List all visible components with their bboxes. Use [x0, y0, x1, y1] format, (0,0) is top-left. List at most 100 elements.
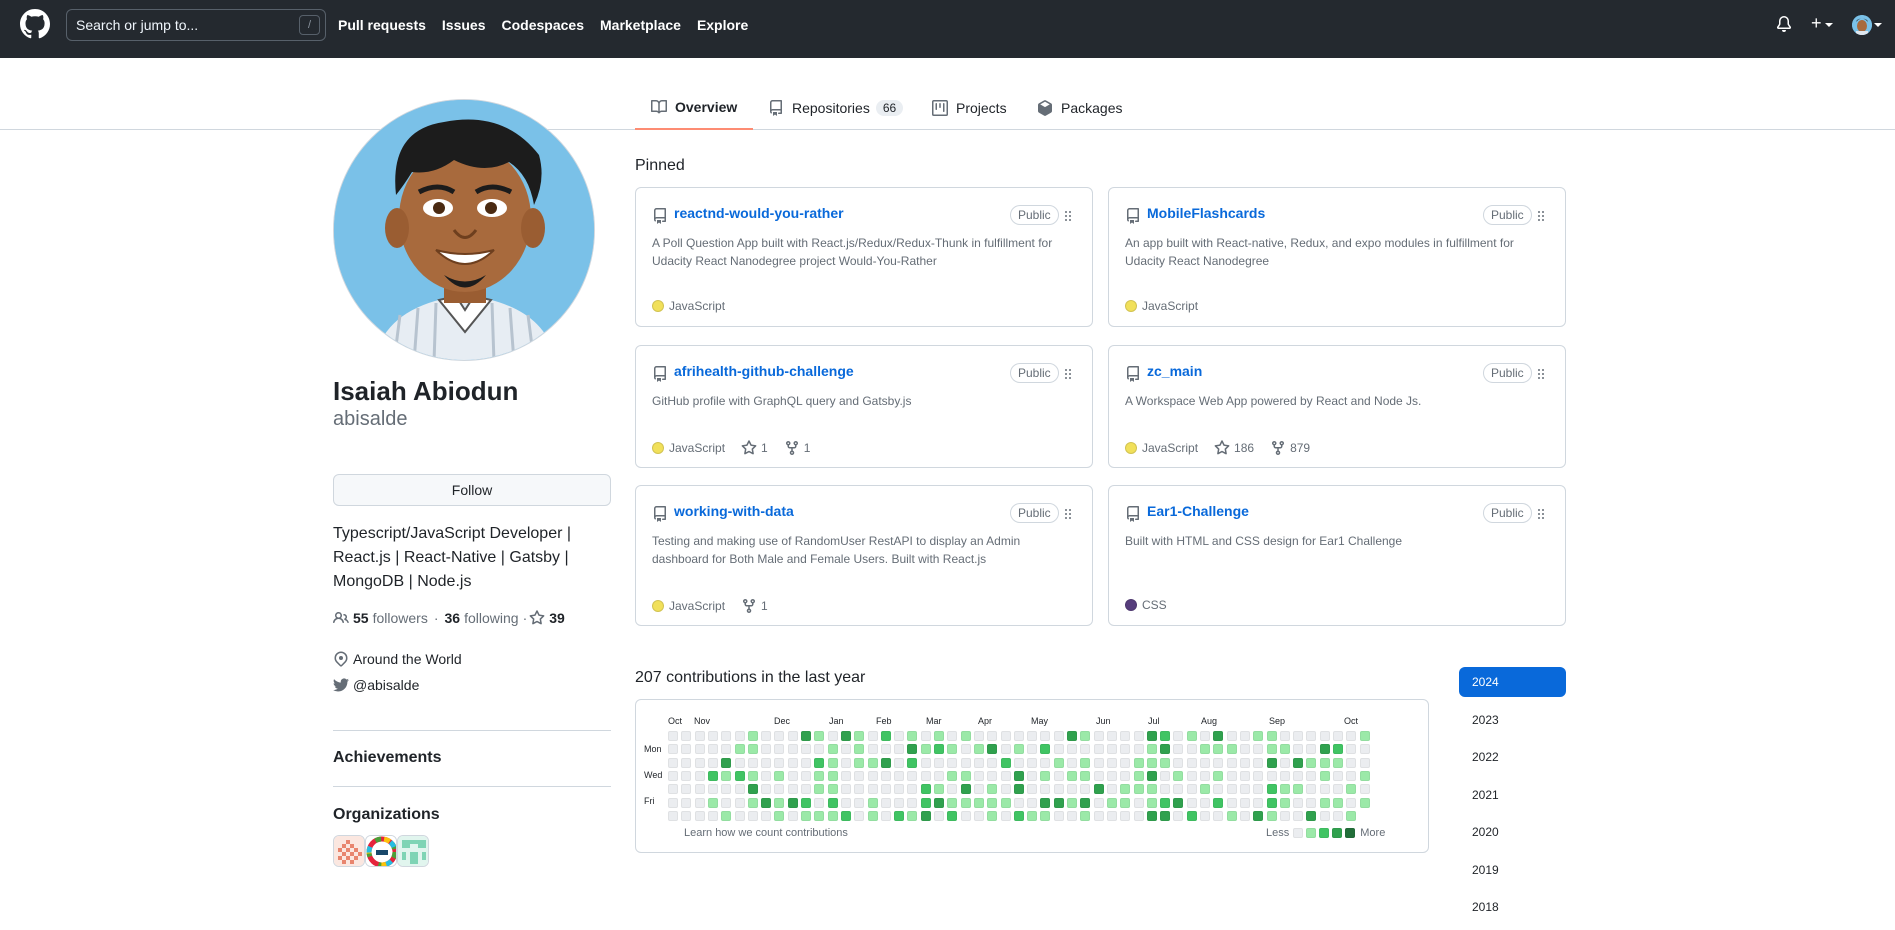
contribution-day-cell[interactable]: [787, 744, 798, 755]
contribution-day-cell[interactable]: [894, 810, 905, 821]
contribution-day-cell[interactable]: [1106, 810, 1117, 821]
contribution-day-cell[interactable]: [1146, 744, 1157, 755]
contribution-day-cell[interactable]: [1253, 731, 1264, 741]
contribution-day-cell[interactable]: [1239, 731, 1250, 741]
contribution-day-cell[interactable]: [987, 731, 998, 741]
contribution-day-cell[interactable]: [920, 731, 931, 741]
contribution-day-cell[interactable]: [734, 797, 745, 808]
contribution-day-cell[interactable]: [1040, 784, 1051, 795]
contribution-day-cell[interactable]: [1093, 757, 1104, 768]
contribution-day-cell[interactable]: [1333, 731, 1343, 741]
drag-handle-icon[interactable]: [1060, 208, 1076, 229]
contribution-day-cell[interactable]: [681, 797, 692, 808]
followers-link[interactable]: 55 followers: [353, 610, 428, 626]
contribution-day-cell[interactable]: [854, 757, 865, 768]
organization-avatar-3[interactable]: [397, 835, 429, 867]
contribution-day-cell[interactable]: [1080, 770, 1091, 781]
organization-avatar-2[interactable]: [365, 835, 397, 867]
contribution-day-cell[interactable]: [1346, 784, 1357, 795]
contribution-day-cell[interactable]: [947, 784, 958, 795]
contribution-day-cell[interactable]: [894, 770, 905, 781]
contribution-day-cell[interactable]: [947, 797, 958, 808]
contribution-day-cell[interactable]: [1053, 731, 1064, 741]
contribution-day-cell[interactable]: [761, 744, 772, 755]
contribution-day-cell[interactable]: [1306, 810, 1317, 821]
contribution-day-cell[interactable]: [1319, 784, 1330, 795]
contribution-day-cell[interactable]: [1319, 757, 1330, 768]
profile-twitter[interactable]: @abisalde: [333, 677, 419, 693]
contribution-day-cell[interactable]: [1133, 784, 1144, 795]
contribution-day-cell[interactable]: [1173, 757, 1184, 768]
contribution-day-cell[interactable]: [1200, 757, 1210, 768]
nav-issues[interactable]: Issues: [442, 17, 486, 33]
contribution-day-cell[interactable]: [1080, 810, 1091, 821]
contribution-day-cell[interactable]: [1333, 770, 1343, 781]
contribution-day-cell[interactable]: [1200, 770, 1210, 781]
contribution-day-cell[interactable]: [1266, 744, 1277, 755]
drag-handle-icon[interactable]: [1060, 366, 1076, 387]
contribution-day-cell[interactable]: [840, 744, 851, 755]
contribution-day-cell[interactable]: [987, 797, 998, 808]
contribution-day-cell[interactable]: [1146, 797, 1157, 808]
contribution-day-cell[interactable]: [1053, 744, 1064, 755]
contribution-day-cell[interactable]: [1253, 770, 1264, 781]
contribution-day-cell[interactable]: [880, 784, 891, 795]
contribution-day-cell[interactable]: [1173, 744, 1184, 755]
contribution-day-cell[interactable]: [1279, 744, 1290, 755]
contribution-day-cell[interactable]: [1333, 810, 1343, 821]
contribution-day-cell[interactable]: [1279, 770, 1290, 781]
contribution-day-cell[interactable]: [1080, 784, 1091, 795]
contribution-day-cell[interactable]: [1239, 757, 1250, 768]
year-2023[interactable]: 2023: [1459, 705, 1566, 735]
stargazers-link[interactable]: 186: [1214, 440, 1254, 456]
contribution-day-cell[interactable]: [721, 770, 732, 781]
contribution-day-cell[interactable]: [668, 784, 678, 795]
contribution-day-cell[interactable]: [787, 731, 798, 741]
contribution-day-cell[interactable]: [1186, 784, 1197, 795]
contribution-day-cell[interactable]: [668, 744, 678, 755]
contribution-day-cell[interactable]: [1253, 757, 1264, 768]
contribution-day-cell[interactable]: [1080, 744, 1091, 755]
contribution-day-cell[interactable]: [1226, 770, 1237, 781]
contribution-day-cell[interactable]: [707, 770, 718, 781]
contribution-day-cell[interactable]: [854, 744, 865, 755]
contribution-day-cell[interactable]: [668, 731, 678, 741]
contribution-day-cell[interactable]: [1200, 810, 1210, 821]
contribution-day-cell[interactable]: [907, 731, 918, 741]
contribution-day-cell[interactable]: [894, 731, 905, 741]
contribution-day-cell[interactable]: [973, 810, 984, 821]
contribution-day-cell[interactable]: [1146, 770, 1157, 781]
contribution-day-cell[interactable]: [1106, 731, 1117, 741]
contribution-day-cell[interactable]: [827, 797, 838, 808]
year-2024[interactable]: 2024: [1459, 667, 1566, 697]
contribution-day-cell[interactable]: [854, 770, 865, 781]
contribution-day-cell[interactable]: [774, 731, 785, 741]
contribution-day-cell[interactable]: [1333, 744, 1343, 755]
contribution-day-cell[interactable]: [1053, 770, 1064, 781]
contribution-day-cell[interactable]: [867, 731, 878, 741]
nav-explore[interactable]: Explore: [697, 17, 748, 33]
contribution-day-cell[interactable]: [1053, 784, 1064, 795]
contribution-day-cell[interactable]: [1333, 797, 1343, 808]
search-input[interactable]: Search or jump to... /: [66, 9, 326, 41]
contribution-day-cell[interactable]: [1213, 731, 1224, 741]
contribution-day-cell[interactable]: [1013, 810, 1024, 821]
user-menu-avatar[interactable]: [1852, 15, 1872, 35]
contribution-day-cell[interactable]: [880, 744, 891, 755]
contribution-day-cell[interactable]: [694, 744, 705, 755]
contribution-day-cell[interactable]: [761, 784, 772, 795]
contribution-day-cell[interactable]: [854, 810, 865, 821]
contribution-day-cell[interactable]: [1306, 797, 1317, 808]
contribution-day-cell[interactable]: [1306, 744, 1317, 755]
tab-overview[interactable]: Overview: [635, 85, 754, 130]
contribution-day-cell[interactable]: [707, 810, 718, 821]
contribution-day-cell[interactable]: [1239, 784, 1250, 795]
contribution-day-cell[interactable]: [1133, 797, 1144, 808]
contribution-day-cell[interactable]: [947, 770, 958, 781]
organization-avatar-1[interactable]: [333, 835, 365, 867]
contribution-day-cell[interactable]: [681, 810, 692, 821]
contribution-day-cell[interactable]: [1027, 810, 1038, 821]
drag-handle-icon[interactable]: [1533, 506, 1549, 527]
pinned-repo-name[interactable]: working-with-data: [674, 503, 794, 519]
contribution-day-cell[interactable]: [1040, 770, 1051, 781]
